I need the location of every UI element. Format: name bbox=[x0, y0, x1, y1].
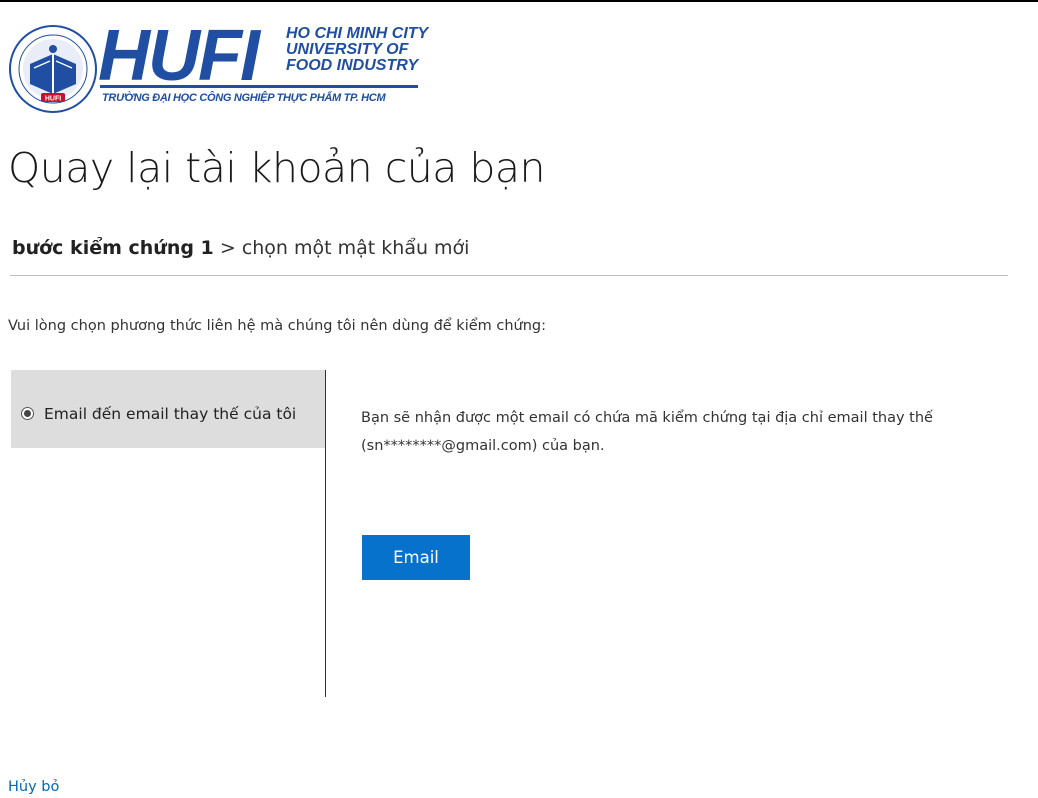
breadcrumb-next-step: chọn một mật khẩu mới bbox=[241, 237, 470, 259]
breadcrumb-separator: > bbox=[219, 237, 236, 259]
seal-label: HUFI bbox=[45, 96, 61, 103]
brand-name: HUFI bbox=[98, 16, 260, 96]
method-description: Bạn sẽ nhận được một email có chứa mã ki… bbox=[361, 404, 1031, 460]
brand-subtitle-line: FOOD INDUSTRY bbox=[286, 57, 419, 74]
logo-underline bbox=[100, 85, 418, 88]
brand-subtitle-line: UNIVERSITY OF bbox=[286, 41, 409, 58]
brand-subtitle-line: HO CHI MINH CITY bbox=[286, 25, 429, 42]
breadcrumb-current-step: bước kiểm chứng 1 bbox=[12, 237, 214, 259]
option-alternate-email[interactable]: Email đến email thay thế của tôi bbox=[11, 370, 325, 448]
brand-subtitle: HO CHI MINH CITY UNIVERSITY OF FOOD INDU… bbox=[286, 26, 428, 74]
breadcrumb: bước kiểm chứng 1 > chọn một mật khẩu mớ… bbox=[12, 234, 469, 262]
divider bbox=[10, 275, 1008, 276]
verification-prompt: Vui lòng chọn phương thức liên hệ mà chú… bbox=[8, 318, 547, 334]
brand-vietnamese-name: TRƯỜNG ĐẠI HỌC CÔNG NGHIỆP THỰC PHẨM TP.… bbox=[102, 92, 386, 104]
cancel-link[interactable]: Hủy bỏ bbox=[8, 777, 59, 797]
radio-selected-icon[interactable] bbox=[21, 407, 34, 420]
option-label: Email đến email thay thế của tôi bbox=[44, 405, 297, 423]
page-title: Quay lại tài khoản của bạn bbox=[8, 144, 546, 192]
description-line: Bạn sẽ nhận được một email có chứa mã ki… bbox=[361, 410, 933, 426]
hufi-logo: HUFI HUFI HO CHI MINH CITY UNIVERSITY OF… bbox=[8, 16, 448, 114]
contact-method-list: Email đến email thay thế của tôi bbox=[11, 370, 326, 697]
email-button[interactable]: Email bbox=[362, 535, 470, 580]
university-seal-icon: HUFI bbox=[9, 25, 97, 113]
description-line: (sn********@gmail.com) của bạn. bbox=[361, 438, 605, 454]
